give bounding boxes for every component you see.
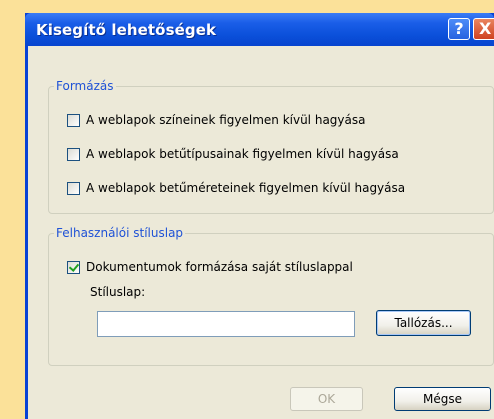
ignore-colors-checkbox[interactable] (67, 114, 80, 127)
ok-button[interactable]: OK (290, 387, 363, 411)
close-button[interactable]: X (473, 18, 494, 40)
help-button[interactable]: ? (448, 18, 470, 40)
use-own-stylesheet-label[interactable]: Dokumentumok formázása saját stíluslappa… (86, 260, 353, 274)
stylesheet-path-input[interactable] (97, 311, 355, 337)
title-bar[interactable]: Kisegítő lehetőségek ? X (25, 13, 494, 46)
stylesheet-field-label: Stíluslap: (90, 285, 146, 299)
browse-button[interactable]: Tallózás... (376, 310, 471, 336)
dialog-title: Kisegítő lehetőségek (36, 21, 217, 39)
user-stylesheet-group: Felhasználói stíluslap Dokumentumok form… (48, 225, 494, 366)
cancel-button[interactable]: Mégse (394, 387, 491, 411)
formatting-group: Formázás A weblapok színeinek figyelmen … (48, 78, 494, 214)
ignore-font-sizes-checkbox[interactable] (67, 182, 80, 195)
formatting-legend: Formázás (54, 78, 116, 94)
accessibility-dialog: Kisegítő lehetőségek ? X Formázás A webl… (25, 13, 494, 419)
dialog-body: Formázás A weblapok színeinek figyelmen … (28, 46, 494, 419)
user-stylesheet-legend: Felhasználói stíluslap (54, 225, 186, 241)
ignore-fonts-label[interactable]: A weblapok betűtípusainak figyelmen kívü… (86, 147, 399, 161)
ignore-fonts-checkbox[interactable] (67, 148, 80, 161)
use-own-stylesheet-checkbox[interactable] (67, 261, 80, 274)
ignore-colors-label[interactable]: A weblapok színeinek figyelmen kívül hag… (86, 113, 365, 127)
ignore-font-sizes-label[interactable]: A weblapok betűméreteinek figyelmen kívü… (86, 181, 405, 195)
